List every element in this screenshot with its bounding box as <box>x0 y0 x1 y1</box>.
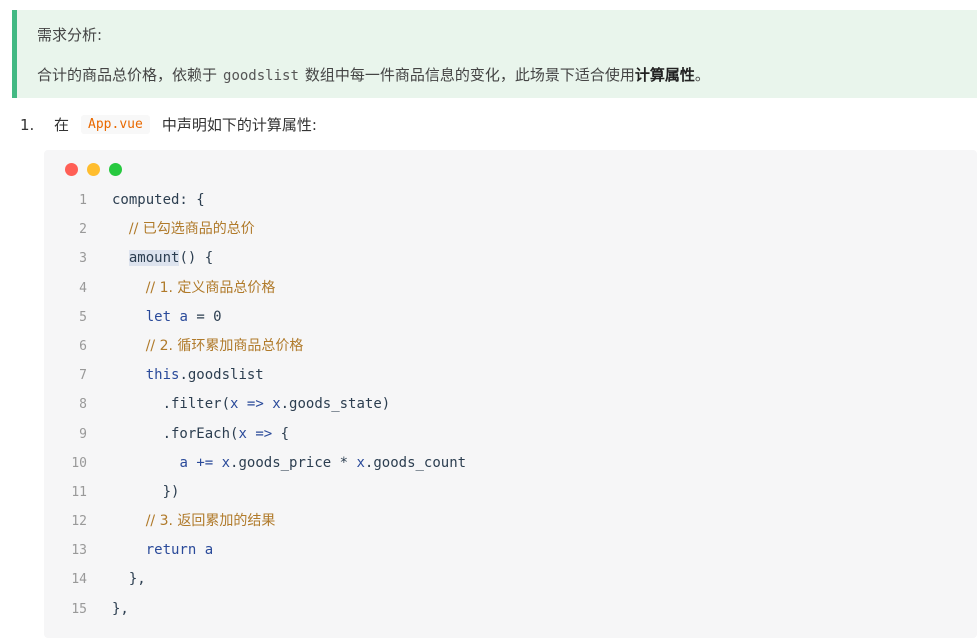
code-line: 5 let a = 0 <box>44 303 977 332</box>
minimize-dot-icon <box>87 163 100 176</box>
step-number: 1. <box>20 115 35 134</box>
line-number: 10 <box>71 455 87 471</box>
code-line: 1 computed: { <box>44 186 977 215</box>
line-number: 12 <box>71 514 87 530</box>
code-text: computed: { <box>112 192 205 208</box>
line-number: 6 <box>79 338 87 354</box>
code-line: 14 }, <box>44 565 977 594</box>
step-file-code: App.vue <box>81 115 150 134</box>
close-dot-icon <box>65 163 78 176</box>
line-number: 4 <box>79 280 87 296</box>
document-page: 需求分析: 合计的商品总价格，依赖于 goodslist 数组中每一件商品信息的变化… <box>0 0 977 643</box>
code-text: // 3. 返回累加的结果 <box>145 513 276 530</box>
tip-bold-term: 计算属性 <box>634 66 695 84</box>
line-number: 2 <box>79 222 87 238</box>
step-suffix: 中声明如下的计算属性: <box>161 116 317 134</box>
line-number: 8 <box>79 397 87 413</box>
code-line: 15}, <box>44 595 977 624</box>
step-1: 1. 在 App.vue 中声明如下的计算属性: <box>20 114 317 135</box>
window-controls <box>65 163 131 176</box>
tip-body: 合计的商品总价格，依赖于 goodslist 数组中每一件商品信息的变化，此场景下适… <box>37 64 710 85</box>
code-lines: 1 computed: {2 // 已勾选商品的总价 3 amount() {4 /… <box>44 186 977 624</box>
code-line: 11 }) <box>44 478 977 507</box>
tip-body-middle: 数组中每一件商品信息的变化，此场景下适合使用 <box>304 66 635 84</box>
code-line: 8 .filter(x => x.goods_state) <box>44 390 977 419</box>
code-text: a += x.goods_price * x.goods_count <box>179 454 467 471</box>
code-line: 10 a += x.goods_price * x.goods_count <box>44 449 977 478</box>
code-text: this.goodslist <box>145 367 264 384</box>
code-text: .forEach(x => { <box>112 425 290 442</box>
line-number: 15 <box>71 601 87 617</box>
code-line: 2 // 已勾选商品的总价 <box>44 215 977 244</box>
code-line: 4 // 1. 定义商品总价格 <box>44 274 977 303</box>
line-number: 13 <box>71 543 87 559</box>
tip-inline-code: goodslist <box>223 68 299 84</box>
tip-callout: 需求分析: 合计的商品总价格，依赖于 goodslist 数组中每一件商品信息的变化… <box>12 10 977 98</box>
code-text: // 已勾选商品的总价 <box>128 221 255 238</box>
tip-body-prefix: 合计的商品总价格，依赖于 <box>37 66 218 84</box>
code-line: 7 this.goodslist <box>44 361 977 390</box>
code-text: // 2. 循环累加商品总价格 <box>145 337 304 354</box>
line-number: 5 <box>79 309 87 325</box>
line-number: 11 <box>71 484 87 500</box>
step-prefix: 在 <box>54 116 70 134</box>
code-text: let a = 0 <box>145 308 222 325</box>
code-line: 13 return a <box>44 536 977 565</box>
code-text: }, <box>112 571 146 588</box>
code-text: amount() { <box>128 250 214 267</box>
code-line: 12 // 3. 返回累加的结果 <box>44 507 977 536</box>
code-line: 6 // 2. 循环累加商品总价格 <box>44 332 977 361</box>
line-number: 9 <box>79 426 87 442</box>
line-number: 7 <box>79 368 87 384</box>
line-number: 1 <box>79 193 87 208</box>
code-line: 9 .forEach(x => { <box>44 420 977 449</box>
code-block: 1 computed: {2 // 已勾选商品的总价 3 amount() {4 /… <box>44 150 977 638</box>
code-text: }, <box>112 600 129 617</box>
line-number: 3 <box>79 251 87 267</box>
code-line: 3 amount() { <box>44 244 977 273</box>
tip-title: 需求分析: <box>37 26 103 44</box>
line-number: 14 <box>71 572 87 588</box>
tip-body-suffix: 。 <box>694 66 710 84</box>
maximize-dot-icon <box>109 163 122 176</box>
code-text: return a <box>145 542 214 559</box>
code-text: }) <box>112 483 180 500</box>
code-text: .filter(x => x.goods_state) <box>112 396 391 413</box>
code-text: // 1. 定义商品总价格 <box>145 279 276 296</box>
